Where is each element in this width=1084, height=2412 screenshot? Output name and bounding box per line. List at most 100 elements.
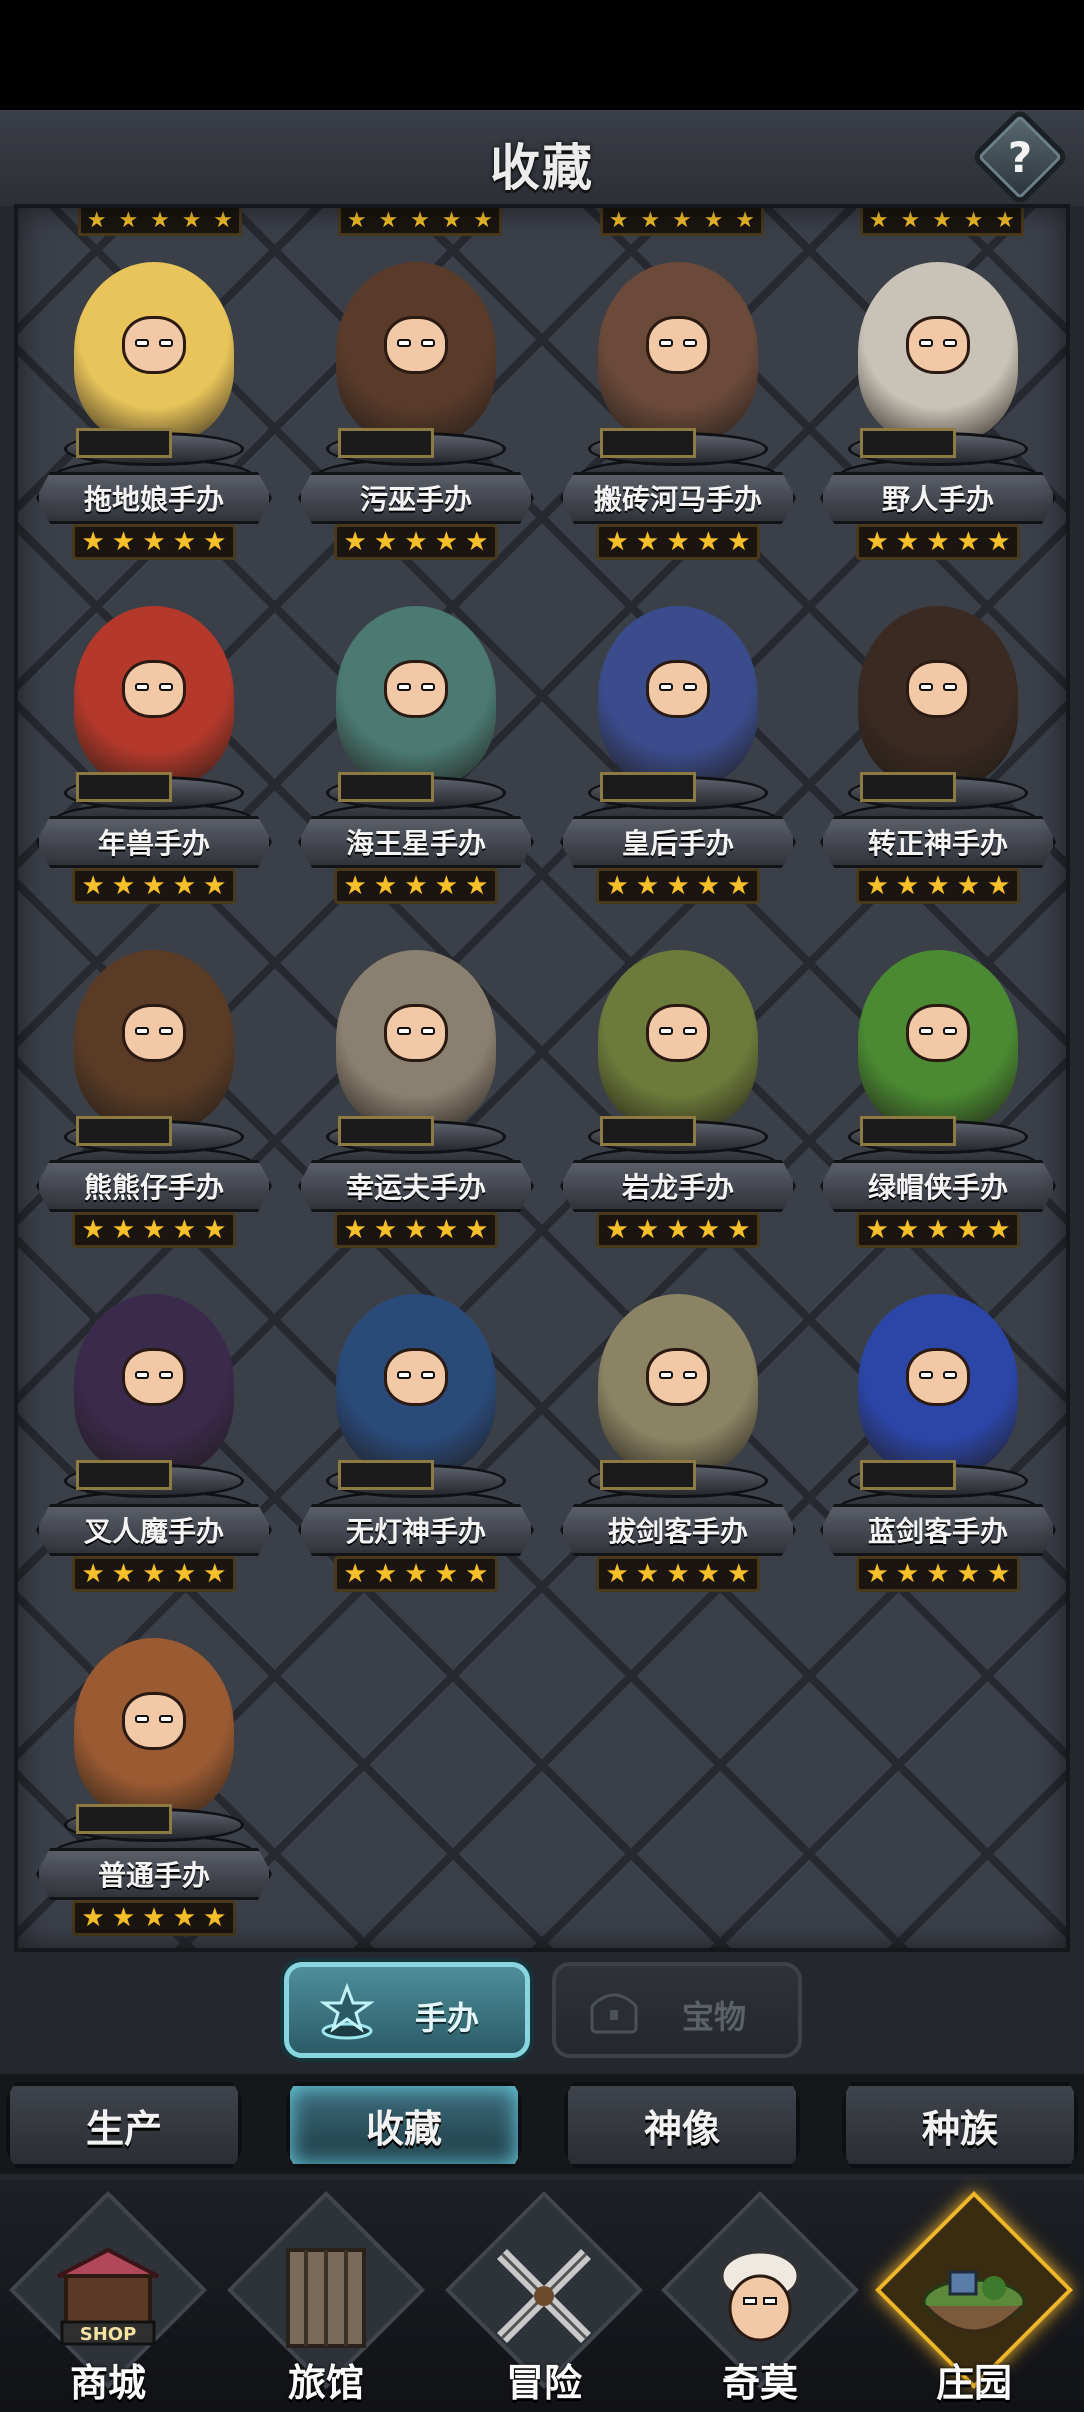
tab-races[interactable]: 种族 [842, 2082, 1078, 2168]
star-icon: ★ [666, 527, 690, 557]
star-icon: ★ [465, 871, 489, 901]
peek-stars: ★ ★ ★ ★ ★ [600, 208, 764, 236]
collection-grid[interactable]: ★ ★ ★ ★ ★ ★ ★ ★ ★ ★ ★ ★ ★ ★ ★ ★ ★ ★ ★ ★ 拖地娘手办 ★ ★ ★ ★ ★ 污巫手办 ★ ★… [14, 204, 1070, 1952]
star-icon: ★ [111, 1215, 136, 1245]
page-title: 收藏 [490, 139, 594, 197]
nav-adventure-label: 冒险 [505, 2361, 582, 2405]
pedestal-plaque [860, 772, 956, 802]
figure-card[interactable]: 幸运夫手办 ★ ★ ★ ★ ★ [296, 950, 536, 1290]
star-icon: ★ [343, 527, 367, 557]
star-icon: ★ [434, 871, 459, 901]
tab-collection[interactable]: 收藏 [286, 2082, 522, 2168]
figure-name: 岩龙手办 [621, 1171, 734, 1204]
nav-shop[interactable]: SHOP 商城 [8, 2180, 208, 2412]
eye-icon [135, 1715, 149, 1723]
figure-card[interactable]: 绿帽侠手办 ★ ★ ★ ★ ★ [818, 950, 1058, 1290]
star-icon: ★ [172, 527, 197, 557]
tab-collection-label: 收藏 [365, 2106, 442, 2151]
figure-card[interactable]: 搬砖河马手办 ★ ★ ★ ★ ★ [558, 262, 798, 602]
star-icon: ★ [727, 1215, 751, 1245]
star-icon: ★ [987, 871, 1011, 901]
star-icon: ★ [373, 871, 398, 901]
figure-card[interactable]: 普通手办 ★ ★ ★ ★ ★ [34, 1638, 274, 1948]
figure-card[interactable]: 拔剑客手办 ★ ★ ★ ★ ★ [558, 1294, 798, 1634]
figure-face [122, 1692, 186, 1750]
figure-face [906, 1348, 970, 1406]
subtab-figures[interactable]: 手办 [284, 1962, 530, 2058]
eye-icon [135, 1371, 149, 1379]
tab-production-label: 生产 [85, 2106, 162, 2151]
eye-icon [659, 1027, 673, 1035]
pedestal-plaque [338, 1460, 434, 1490]
figure-face [122, 660, 186, 718]
figure-card[interactable]: 熊熊仔手办 ★ ★ ★ ★ ★ [34, 950, 274, 1290]
nav-tavern[interactable]: 旅馆 [226, 2180, 426, 2412]
nav-kimo[interactable]: 奇莫 [660, 2180, 860, 2412]
eye-icon [683, 339, 697, 347]
figure-name-banner: 野人手办 [820, 472, 1056, 524]
star-icon: ★ [81, 871, 105, 901]
shop-stall-icon: SHOP [57, 2247, 159, 2346]
figure-card[interactable]: 野人手办 ★ ★ ★ ★ ★ [818, 262, 1058, 602]
figure-card[interactable]: 年兽手办 ★ ★ ★ ★ ★ [34, 606, 274, 946]
star-icon: ★ [441, 207, 462, 233]
tavern-door-icon [286, 2248, 366, 2348]
eye-icon [683, 683, 697, 691]
star-icon: ★ [895, 1559, 920, 1589]
star-icon: ★ [735, 207, 756, 233]
pedestal-plaque [600, 1460, 696, 1490]
pedestal-plaque [76, 1460, 172, 1490]
figure-card[interactable]: 蓝剑客手办 ★ ★ ★ ★ ★ [818, 1294, 1058, 1634]
figure-art [598, 262, 758, 442]
figure-art [74, 1638, 234, 1818]
figure-face [906, 1004, 970, 1062]
star-icon: ★ [635, 527, 660, 557]
subtab-treasures[interactable]: 宝物 [552, 1962, 802, 2058]
figure-name: 普通手办 [97, 1859, 210, 1892]
figure-name-banner: 转正神手办 [820, 816, 1056, 868]
star-icon: ★ [605, 1215, 629, 1245]
figure-card[interactable]: 海王星手办 ★ ★ ★ ★ ★ [296, 606, 536, 946]
eye-icon [421, 683, 435, 691]
star-icon: ★ [142, 1903, 166, 1933]
star-icon: ★ [81, 1903, 105, 1933]
figure-name-banner: 年兽手办 [36, 816, 272, 868]
figure-card[interactable]: 叉人魔手办 ★ ★ ★ ★ ★ [34, 1294, 274, 1634]
figure-card[interactable]: 岩龙手办 ★ ★ ★ ★ ★ [558, 950, 798, 1290]
star-icon: ★ [605, 527, 629, 557]
star-icon: ★ [605, 1559, 629, 1589]
figure-card[interactable]: 转正神手办 ★ ★ ★ ★ ★ [818, 606, 1058, 946]
star-icon: ★ [895, 871, 920, 901]
eye-icon [659, 683, 673, 691]
eye-icon [159, 1715, 173, 1723]
figure-card[interactable]: 无灯神手办 ★ ★ ★ ★ ★ [296, 1294, 536, 1634]
figure-card[interactable]: 拖地娘手办 ★ ★ ★ ★ ★ [34, 262, 274, 602]
eye-icon [943, 683, 957, 691]
figure-card[interactable]: 污巫手办 ★ ★ ★ ★ ★ [296, 262, 536, 602]
figure-name: 蓝剑客手办 [867, 1515, 1008, 1548]
bottom-navigation: SHOP 商城 旅馆 冒险 奇莫 庄园 [0, 2180, 1084, 2412]
figure-card[interactable]: 皇后手办 ★ ★ ★ ★ ★ [558, 606, 798, 946]
figure-name-banner: 叉人魔手办 [36, 1504, 272, 1556]
tab-statues[interactable]: 神像 [564, 2082, 800, 2168]
eye-icon [159, 1371, 173, 1379]
star-rating: ★ ★ ★ ★ ★ [72, 524, 236, 560]
app-root: 收藏 ? ★ ★ ★ ★ ★ ★ ★ ★ ★ ★ ★ ★ ★ ★ ★ ★ ★ ★ ★ ★ 拖地娘手办 ★ ★ ★ ★ ★ 污… [0, 0, 1084, 2412]
nav-kimo-label: 奇莫 [721, 2361, 798, 2405]
star-rating: ★ ★ ★ ★ ★ [334, 1556, 498, 1592]
eye-icon [421, 1027, 435, 1035]
tab-production[interactable]: 生产 [6, 2082, 242, 2168]
pedestal-plaque [76, 772, 172, 802]
figure-name-banner: 岩龙手办 [560, 1160, 796, 1212]
star-rating: ★ ★ ★ ★ ★ [856, 524, 1020, 560]
star-icon: ★ [727, 1559, 751, 1589]
star-icon: ★ [81, 1215, 105, 1245]
peek-stars: ★ ★ ★ ★ ★ [338, 208, 502, 236]
star-icon: ★ [111, 1903, 136, 1933]
eye-icon [919, 1027, 933, 1035]
figure-face [646, 1004, 710, 1062]
star-icon: ★ [473, 207, 494, 233]
nav-manor[interactable]: 庄园 [874, 2180, 1074, 2412]
nav-adventure[interactable]: 冒险 [444, 2180, 644, 2412]
star-rating: ★ ★ ★ ★ ★ [596, 1556, 760, 1592]
